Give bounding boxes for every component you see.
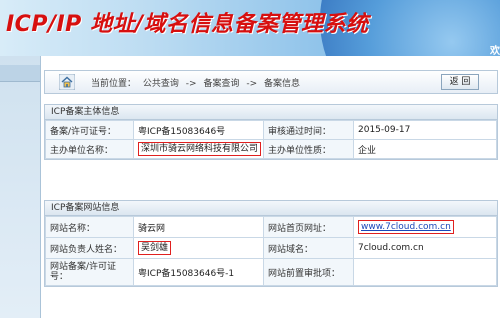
left-nav-tab[interactable] <box>0 65 40 82</box>
license-label: 备案/许可证号： <box>45 120 134 140</box>
back-button[interactable]: 返 回 <box>441 74 479 90</box>
table-row: 备案/许可证号： 粤ICP备15083646号 审核通过时间： 2015-09-… <box>45 120 497 140</box>
domain-value: 7cloud.com.cn <box>353 237 497 259</box>
breadcrumb-item-record-query[interactable]: 备案查询 <box>203 79 239 89</box>
approve-time-label: 审核通过时间： <box>263 120 354 140</box>
breadcrumb-separator: -> <box>185 79 197 89</box>
subject-info-heading: ICP备案主体信息 <box>45 105 497 120</box>
homepage-cell: www.7cloud.com.cn <box>353 216 497 238</box>
breadcrumb-item-public-query[interactable]: 公共查询 <box>143 79 179 89</box>
subject-info-panel: ICP备案主体信息 备案/许可证号： 粤ICP备15083646号 审核通过时间… <box>44 104 498 160</box>
approve-time-value: 2015-09-17 <box>353 120 497 140</box>
org-type-value: 企业 <box>353 139 497 159</box>
org-name-value: 深圳市骑云网络科技有限公司 <box>138 142 262 156</box>
preapproval-value <box>353 258 497 286</box>
banner-side-text: 欢 <box>490 46 500 56</box>
table-row: 网站备案/许可证号： 粤ICP备15083646号-1 网站前置审批项： <box>45 258 497 286</box>
left-nav <box>0 56 41 318</box>
home-icon[interactable] <box>59 74 75 90</box>
breadcrumb-text: 当前位置： 公共查询 -> 备案查询 -> 备案信息 <box>91 76 304 89</box>
header-banner: ICP/IP 地址/域名信息备案管理系统 欢 <box>0 0 500 56</box>
site-name-value: 骑云网 <box>133 216 264 238</box>
breadcrumb-prefix: 当前位置： <box>91 79 137 89</box>
site-license-label: 网站备案/许可证号： <box>45 258 134 286</box>
owner-label: 网站负责人姓名： <box>45 237 134 259</box>
site-license-value: 粤ICP备15083646号-1 <box>133 258 264 286</box>
owner-value: 吴剑雄 <box>138 241 172 255</box>
license-value: 粤ICP备15083646号 <box>133 120 264 140</box>
owner-cell: 吴剑雄 <box>133 237 264 259</box>
table-row: 主办单位名称： 深圳市骑云网络科技有限公司 主办单位性质： 企业 <box>45 139 497 159</box>
table-row: 网站负责人姓名： 吴剑雄 网站域名： 7cloud.com.cn <box>45 237 497 259</box>
org-name-label: 主办单位名称： <box>45 139 134 159</box>
website-info-heading: ICP备案网站信息 <box>45 201 497 216</box>
website-info-table: 网站名称： 骑云网 网站首页网址： www.7cloud.com.cn 网站负责… <box>45 216 497 286</box>
preapproval-label: 网站前置审批项： <box>263 258 354 286</box>
homepage-label: 网站首页网址： <box>263 216 354 238</box>
subject-info-table: 备案/许可证号： 粤ICP备15083646号 审核通过时间： 2015-09-… <box>45 120 497 159</box>
breadcrumb-separator: -> <box>246 79 258 89</box>
homepage-link[interactable]: www.7cloud.com.cn <box>358 220 454 234</box>
website-info-panel: ICP备案网站信息 网站名称： 骑云网 网站首页网址： www.7cloud.c… <box>44 200 498 287</box>
org-type-label: 主办单位性质： <box>263 139 354 159</box>
site-name-label: 网站名称： <box>45 216 134 238</box>
breadcrumb: 当前位置： 公共查询 -> 备案查询 -> 备案信息 返 回 <box>44 70 498 94</box>
breadcrumb-item-record-info: 备案信息 <box>264 79 301 89</box>
table-row: 网站名称： 骑云网 网站首页网址： www.7cloud.com.cn <box>45 216 497 238</box>
domain-label: 网站域名： <box>263 237 354 259</box>
org-name-cell: 深圳市骑云网络科技有限公司 <box>133 139 264 159</box>
system-title: ICP/IP 地址/域名信息备案管理系统 <box>6 12 369 37</box>
